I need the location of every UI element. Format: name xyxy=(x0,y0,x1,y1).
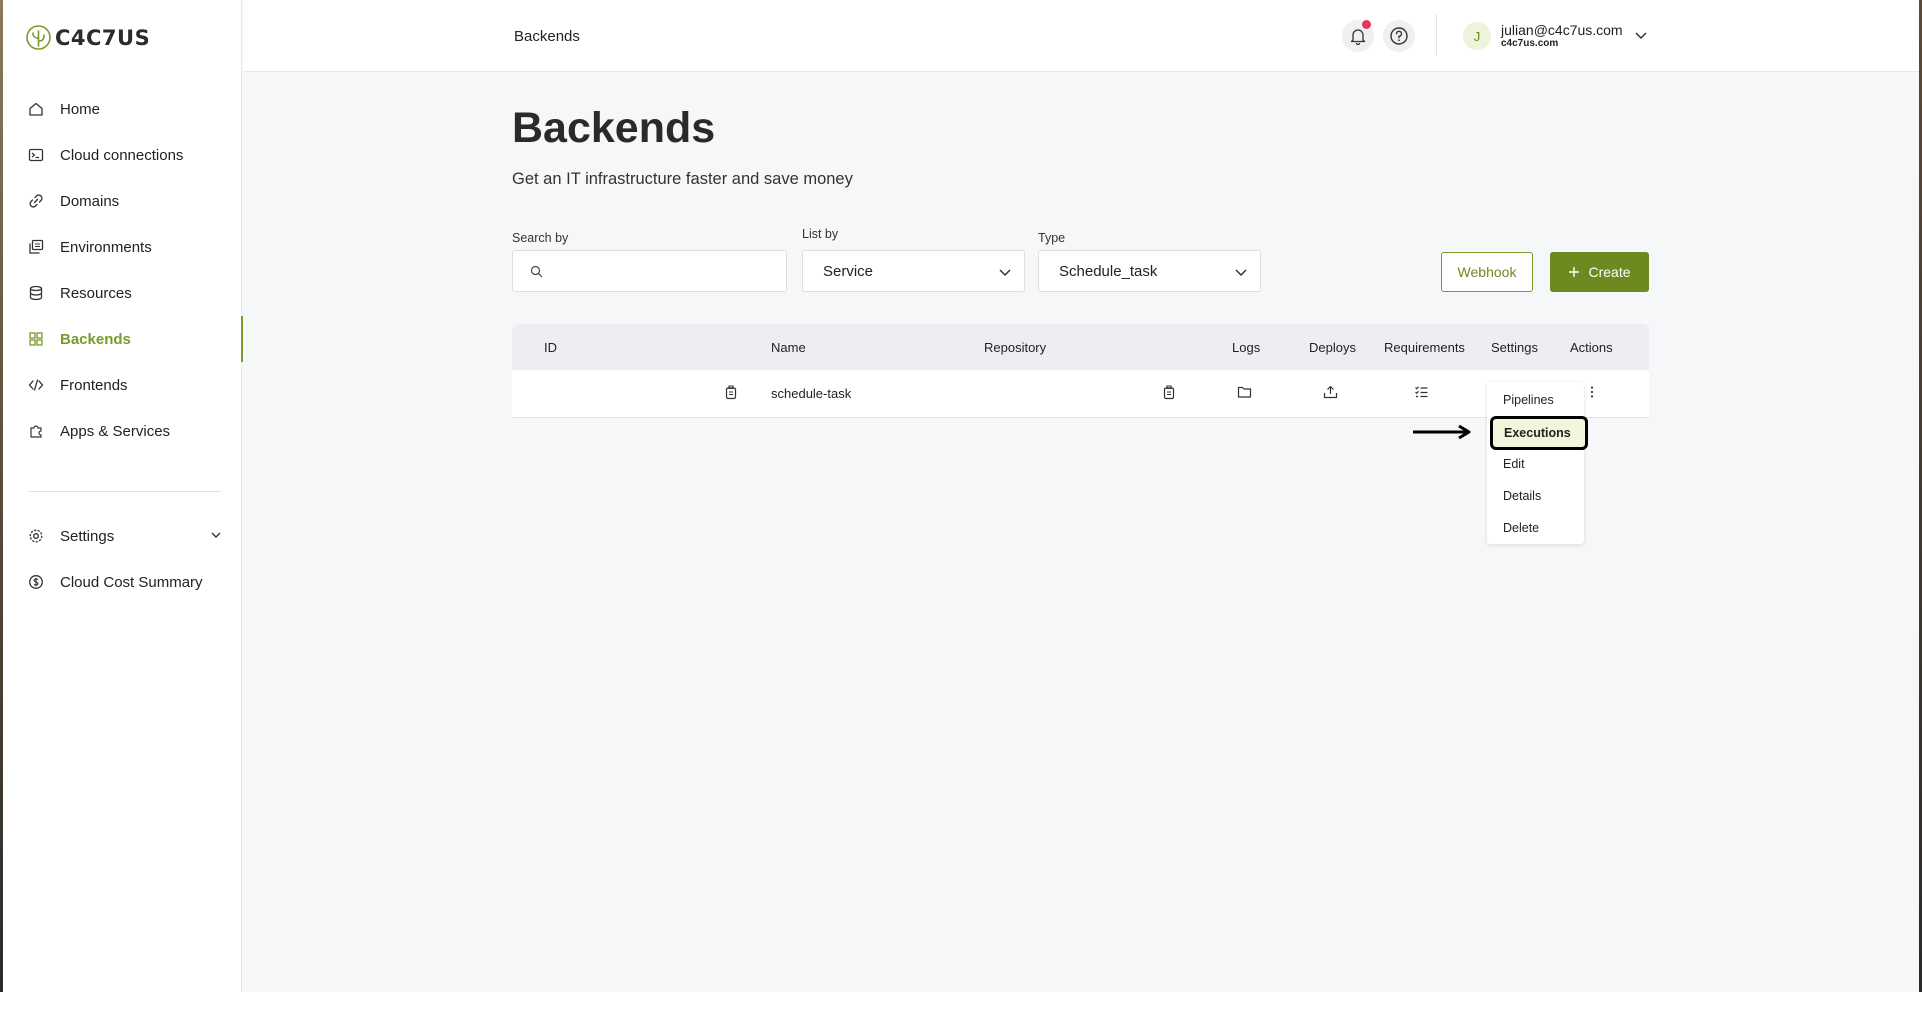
menu-item-edit[interactable]: Edit xyxy=(1503,457,1525,471)
sidebar-item-label: Backends xyxy=(60,330,131,348)
page-title: Backends xyxy=(512,104,716,152)
page-subtitle: Get an IT infrastructure faster and save… xyxy=(512,170,853,188)
sidebar-item-label: Apps & Services xyxy=(60,422,171,440)
column-header-settings: Settings xyxy=(1491,340,1538,355)
sidebar-item-label: Environments xyxy=(60,238,152,256)
cactus-logo-icon xyxy=(26,25,51,50)
more-vertical-icon[interactable] xyxy=(1589,385,1595,404)
type-label: Type xyxy=(1038,231,1066,245)
table-header: ID Name Repository Logs Deploys Requirem… xyxy=(512,324,1649,370)
sidebar-item-label: Domains xyxy=(60,192,120,210)
actions-menu: Pipelines Executions Edit Details Delete xyxy=(1487,382,1588,544)
top-bar: Backends J julian@c4c7us.com c4c7us.com xyxy=(243,0,1919,72)
list-by-label: List by xyxy=(802,227,839,241)
sidebar-divider xyxy=(28,491,221,492)
checklist-icon[interactable] xyxy=(1414,385,1429,404)
sidebar-item-settings[interactable]: Settings xyxy=(3,513,242,559)
pointer-arrow-icon xyxy=(1413,424,1471,440)
bell-icon xyxy=(1350,29,1366,45)
user-org: c4c7us.com xyxy=(1501,38,1559,49)
list-by-value: Service xyxy=(823,263,874,280)
column-header-name: Name xyxy=(771,340,806,355)
column-header-logs: Logs xyxy=(1232,340,1261,355)
column-header-id: ID xyxy=(544,340,557,355)
notification-badge xyxy=(1362,20,1371,29)
database-icon xyxy=(28,285,44,301)
webhook-button[interactable]: Webhook xyxy=(1441,252,1533,292)
brand-name: C4C7US xyxy=(55,25,151,50)
topbar-divider xyxy=(1436,14,1437,56)
list-by-select[interactable]: Service xyxy=(802,250,1025,292)
menu-item-executions[interactable]: Executions xyxy=(1490,416,1588,450)
search-label: Search by xyxy=(512,231,569,245)
puzzle-icon xyxy=(28,423,44,439)
chevron-down-icon[interactable] xyxy=(210,528,222,545)
table-row[interactable]: schedule-task xyxy=(512,370,1649,418)
dollar-icon xyxy=(28,574,44,590)
create-button-label: Create xyxy=(1588,264,1631,280)
avatar[interactable]: J xyxy=(1463,22,1491,50)
sidebar-item-resources[interactable]: Resources xyxy=(3,270,242,316)
column-header-requirements: Requirements xyxy=(1384,340,1465,355)
gear-icon xyxy=(28,528,44,544)
chevron-down-icon[interactable] xyxy=(1634,28,1648,47)
sidebar-item-label: Home xyxy=(60,100,101,118)
grid-icon xyxy=(28,331,44,347)
menu-item-details[interactable]: Details xyxy=(1503,489,1541,503)
sidebar-item-label: Frontends xyxy=(60,376,128,394)
link-icon xyxy=(28,193,44,209)
sidebar-item-frontends[interactable]: Frontends xyxy=(3,362,242,408)
chevron-down-icon xyxy=(1234,265,1248,283)
sidebar-item-label: Cloud Cost Summary xyxy=(60,573,203,591)
type-value: Schedule_task xyxy=(1059,263,1158,280)
app-window: C4C7US Home Cloud connections Domains En… xyxy=(0,0,1922,992)
sidebar-item-environments[interactable]: Environments xyxy=(3,224,242,270)
upload-icon[interactable] xyxy=(1323,385,1338,404)
sidebar-item-home[interactable]: Home xyxy=(3,86,242,132)
folder-icon[interactable] xyxy=(1237,385,1252,404)
menu-item-pipelines[interactable]: Pipelines xyxy=(1503,393,1554,407)
sidebar-item-domains[interactable]: Domains xyxy=(3,178,242,224)
sidebar-item-apps-services[interactable]: Apps & Services xyxy=(3,408,242,454)
brand-logo[interactable]: C4C7US xyxy=(25,24,150,51)
row-name[interactable]: schedule-task xyxy=(771,386,851,401)
plus-icon xyxy=(1569,267,1580,277)
breadcrumb[interactable]: Backends xyxy=(514,28,580,45)
column-header-repository: Repository xyxy=(984,340,1047,355)
sidebar-item-label: Resources xyxy=(60,284,132,302)
type-select[interactable]: Schedule_task xyxy=(1038,250,1261,292)
help-button[interactable] xyxy=(1383,20,1415,52)
search-input[interactable] xyxy=(512,250,787,292)
sidebar-nav: Home Cloud connections Domains Environme… xyxy=(3,86,243,454)
menu-item-delete[interactable]: Delete xyxy=(1503,521,1539,535)
column-header-actions: Actions xyxy=(1570,340,1613,355)
chevron-down-icon xyxy=(998,265,1012,283)
help-icon xyxy=(1390,27,1408,45)
search-icon xyxy=(530,265,543,283)
terminal-icon xyxy=(28,147,44,163)
sidebar-item-label: Cloud connections xyxy=(60,146,184,164)
sidebar-item-label: Settings xyxy=(60,527,115,545)
column-header-deploys: Deploys xyxy=(1309,340,1356,355)
sidebar: C4C7US Home Cloud connections Domains En… xyxy=(3,0,243,992)
sidebar-item-cloud-cost-summary[interactable]: Cloud Cost Summary xyxy=(3,559,242,605)
sidebar-item-cloud-connections[interactable]: Cloud connections xyxy=(3,132,242,178)
environments-icon xyxy=(28,239,44,255)
sidebar-secondary-nav: Settings Cloud Cost Summary xyxy=(3,513,242,605)
user-email[interactable]: julian@c4c7us.com xyxy=(1501,22,1623,38)
create-button[interactable]: Create xyxy=(1550,252,1649,292)
sidebar-item-backends[interactable]: Backends xyxy=(3,316,243,362)
copy-repository-icon[interactable] xyxy=(1162,385,1176,405)
home-icon xyxy=(28,101,44,117)
notifications-button[interactable] xyxy=(1342,20,1374,52)
code-icon xyxy=(28,377,44,393)
copy-id-icon[interactable] xyxy=(724,385,738,405)
